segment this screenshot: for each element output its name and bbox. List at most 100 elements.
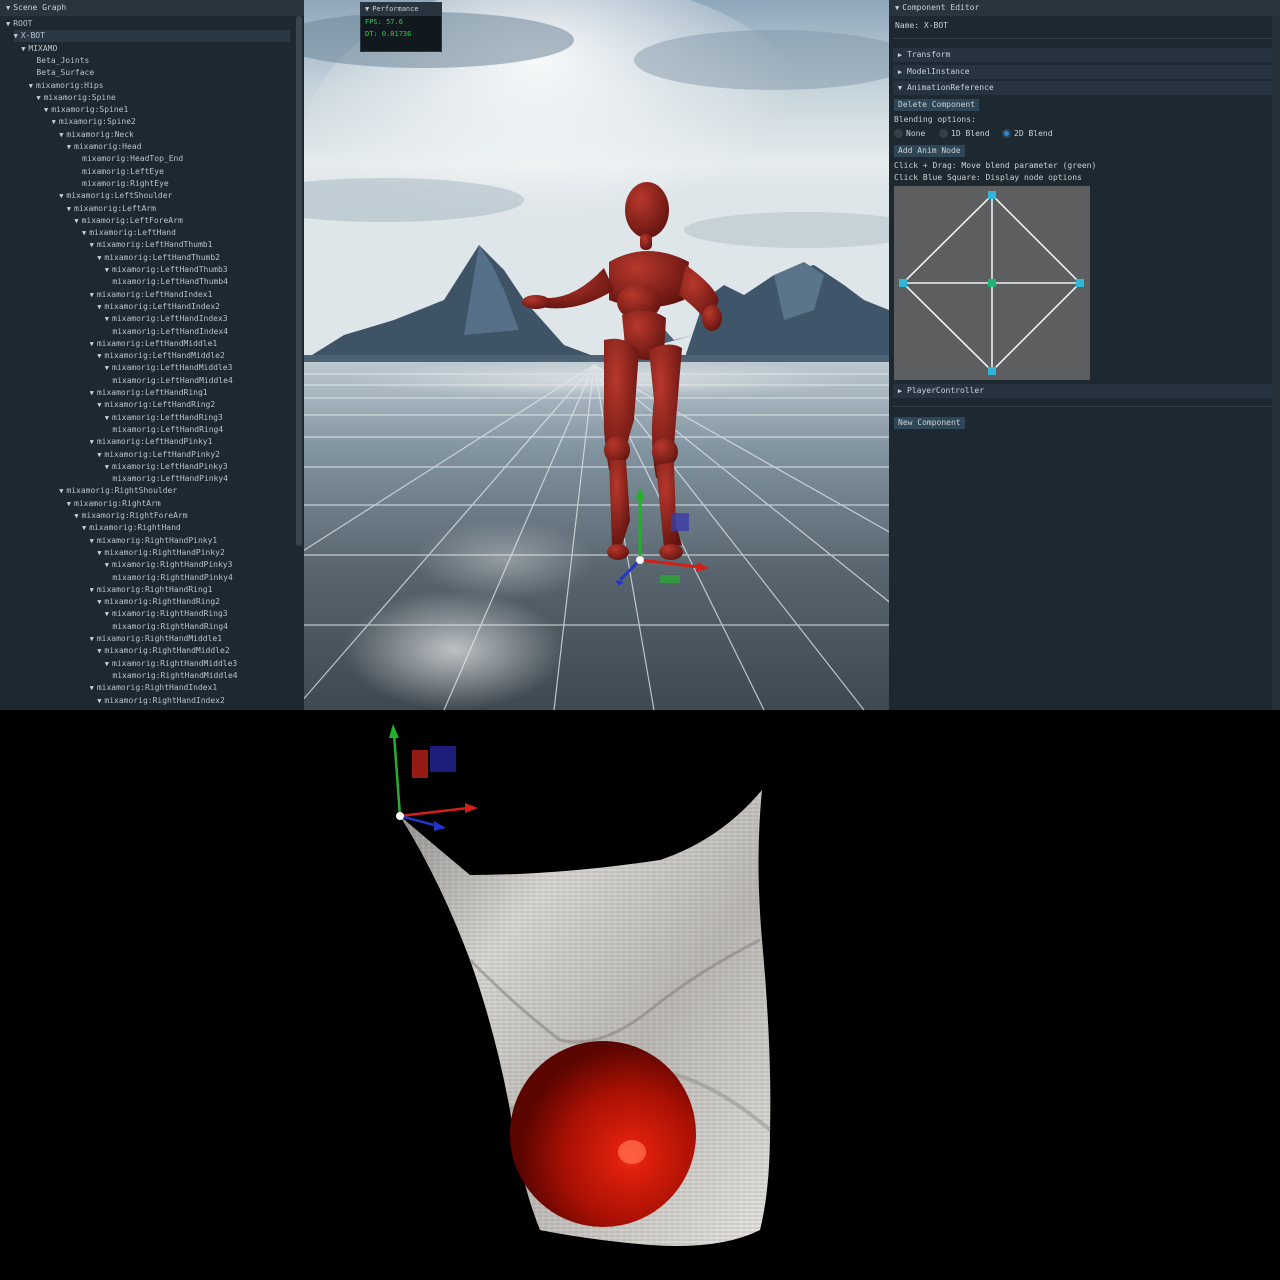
tree-node[interactable]: ▼ mixamorig:LeftHandRing3 <box>105 412 290 424</box>
blend-space-2d[interactable] <box>894 186 1090 380</box>
collapse-arrow-icon[interactable]: ▼ <box>59 192 63 200</box>
scene-graph-title-bar[interactable]: ▼ Scene Graph <box>0 0 304 16</box>
collapse-arrow-icon[interactable]: ▼ <box>97 697 101 705</box>
collapse-arrow-icon[interactable]: ▼ <box>90 586 94 594</box>
collapse-arrow-icon[interactable]: ▼ <box>365 5 369 13</box>
collapse-arrow-icon[interactable]: ▼ <box>59 131 63 139</box>
collapse-arrow-icon[interactable]: ▼ <box>895 4 899 12</box>
scene-graph-scrollbar[interactable] <box>296 16 302 546</box>
collapse-arrow-icon[interactable]: ▼ <box>105 364 109 372</box>
delete-component-button[interactable]: Delete Component <box>894 99 980 111</box>
tree-node[interactable]: ▼ mixamorig:RightHandRing3 <box>105 608 290 620</box>
tree-node[interactable]: ▼ mixamorig:Hips <box>29 80 290 92</box>
collapse-arrow-icon[interactable]: ▼ <box>59 487 63 495</box>
tree-node[interactable]: ▼ mixamorig:LeftForeArm <box>74 215 290 227</box>
tree-node[interactable]: mixamorig:LeftHandMiddle4 <box>112 375 290 387</box>
tree-node[interactable]: ▼ X-BOT <box>13 30 290 43</box>
section-model-instance[interactable]: ▶ ModelInstance <box>893 65 1276 79</box>
tree-node[interactable]: ▼ mixamorig:RightHandMiddle2 <box>97 645 290 657</box>
collapse-arrow-icon[interactable]: ▼ <box>44 106 48 114</box>
blend-none-radio[interactable]: None <box>894 128 925 140</box>
collapse-arrow-icon[interactable]: ▼ <box>90 635 94 643</box>
collapse-arrow-icon[interactable]: ▼ <box>97 549 101 557</box>
tree-node[interactable]: ▼ mixamorig:RightArm <box>67 498 290 510</box>
tree-node[interactable]: ▼ mixamorig:RightHandMiddle3 <box>105 658 290 670</box>
tree-node[interactable]: ▼ mixamorig:LeftHandPinky3 <box>105 461 290 473</box>
collapse-arrow-icon[interactable]: ▼ <box>90 438 94 446</box>
collapse-arrow-icon[interactable]: ▼ <box>6 20 10 28</box>
collapse-arrow-icon[interactable]: ▼ <box>105 463 109 471</box>
tree-node[interactable]: mixamorig:HeadTop_End <box>82 153 290 165</box>
tree-node[interactable]: ▼ mixamorig:Spine2 <box>52 116 290 128</box>
collapse-arrow-icon[interactable]: ▼ <box>90 241 94 249</box>
new-component-button[interactable]: New Component <box>894 417 965 429</box>
tree-node[interactable]: ▼ mixamorig:LeftHand <box>82 227 290 239</box>
tree-node[interactable]: ▼ mixamorig:RightHandRing2 <box>97 596 290 608</box>
tree-node[interactable]: ▼ mixamorig:LeftHandPinky1 <box>90 436 290 448</box>
collapse-arrow-icon[interactable]: ▼ <box>52 118 56 126</box>
component-editor-scrollbar[interactable] <box>1272 16 1280 710</box>
collapse-arrow-icon[interactable]: ▼ <box>14 32 18 40</box>
tree-node[interactable]: ▼ mixamorig:LeftHandIndex2 <box>97 301 290 313</box>
tree-node[interactable]: ▼ mixamorig:RightHandPinky3 <box>105 559 290 571</box>
performance-title-bar[interactable]: ▼ Performance <box>361 3 441 16</box>
blend-2d-radio[interactable]: 2D Blend <box>1002 128 1053 140</box>
tree-node[interactable]: ▼ mixamorig:Spine1 <box>44 104 290 116</box>
collapse-arrow-icon[interactable]: ▼ <box>74 512 78 520</box>
tree-node[interactable]: ▼ mixamorig:LeftArm <box>67 203 290 215</box>
tree-node[interactable]: ▼ mixamorig:LeftShoulder <box>59 190 290 202</box>
collapse-arrow-icon[interactable]: ▼ <box>105 610 109 618</box>
collapse-arrow-icon[interactable]: ▼ <box>105 315 109 323</box>
tree-node[interactable]: mixamorig:RightHandMiddle4 <box>112 670 290 682</box>
collapse-arrow-icon[interactable]: ▼ <box>105 561 109 569</box>
tree-node[interactable]: ▼ mixamorig:LeftHandIndex1 <box>90 289 290 301</box>
tree-node[interactable]: ▼ mixamorig:RightHandRing1 <box>90 584 290 596</box>
collapse-arrow-icon[interactable]: ▼ <box>97 647 101 655</box>
tree-node[interactable]: ▼ ROOT <box>6 18 290 30</box>
add-anim-node-button[interactable]: Add Anim Node <box>894 145 965 157</box>
tree-node[interactable]: Beta_Surface <box>36 67 290 79</box>
collapse-arrow-icon[interactable]: ▼ <box>90 684 94 692</box>
component-editor-title-bar[interactable]: ▼ Component Editor <box>889 0 1280 16</box>
tree-node[interactable]: ▼ mixamorig:RightHandIndex2 <box>97 695 290 707</box>
tree-node[interactable]: mixamorig:RightEye <box>82 178 290 190</box>
tree-node[interactable]: mixamorig:LeftHandThumb4 <box>112 276 290 288</box>
tree-node[interactable]: Beta_Joints <box>36 55 290 67</box>
collapse-arrow-icon[interactable]: ▼ <box>67 500 71 508</box>
blend-1d-radio[interactable]: 1D Blend <box>939 128 990 140</box>
section-player-controller[interactable]: ▶ PlayerController <box>893 384 1276 398</box>
collapse-arrow-icon[interactable]: ▼ <box>90 389 94 397</box>
collapse-arrow-icon[interactable]: ▼ <box>90 291 94 299</box>
tree-node[interactable]: ▼ mixamorig:LeftHandRing2 <box>97 399 290 411</box>
tree-node[interactable]: mixamorig:LeftHandPinky4 <box>112 473 290 485</box>
tree-node[interactable]: ▼ mixamorig:LeftHandThumb1 <box>90 239 290 251</box>
tree-node[interactable]: ▼ mixamorig:RightHand <box>82 522 290 534</box>
tree-node[interactable]: ▼ mixamorig:RightHandPinky1 <box>90 535 290 547</box>
collapse-arrow-icon[interactable]: ▼ <box>97 401 101 409</box>
section-animation-reference[interactable]: ▼ AnimationReference <box>893 81 1276 95</box>
tree-node[interactable]: ▼ mixamorig:LeftHandThumb2 <box>97 252 290 264</box>
collapse-arrow-icon[interactable]: ▼ <box>82 229 86 237</box>
viewport-3d[interactable] <box>304 0 889 710</box>
tree-node[interactable]: ▼ mixamorig:LeftHandPinky2 <box>97 449 290 461</box>
tree-node[interactable]: mixamorig:LeftHandRing4 <box>112 424 290 436</box>
tree-node[interactable]: ▼ mixamorig:RightHandIndex1 <box>90 682 290 694</box>
tree-node[interactable]: ▼ mixamorig:Spine <box>36 92 290 104</box>
collapse-arrow-icon[interactable]: ▼ <box>90 537 94 545</box>
collapse-arrow-icon[interactable]: ▼ <box>97 303 101 311</box>
tree-node[interactable]: ▼ mixamorig:RightHandPinky2 <box>97 547 290 559</box>
tree-node[interactable]: ▼ mixamorig:LeftHandThumb3 <box>105 264 290 276</box>
tree-node[interactable]: ▼ mixamorig:RightShoulder <box>59 485 290 497</box>
tree-node[interactable]: ▼ mixamorig:LeftHandRing1 <box>90 387 290 399</box>
collapse-arrow-icon[interactable]: ▼ <box>67 205 71 213</box>
tree-node[interactable]: ▼ mixamorig:RightHandMiddle1 <box>90 633 290 645</box>
collapse-arrow-icon[interactable]: ▼ <box>105 266 109 274</box>
tree-node[interactable]: mixamorig:RightHandRing4 <box>112 621 290 633</box>
tree-node[interactable]: mixamorig:LeftHandIndex4 <box>112 326 290 338</box>
collapse-arrow-icon[interactable]: ▼ <box>97 254 101 262</box>
collapse-arrow-icon[interactable]: ▼ <box>105 660 109 668</box>
tree-node[interactable]: mixamorig:RightHandPinky4 <box>112 572 290 584</box>
collapse-arrow-icon[interactable]: ▼ <box>6 4 10 12</box>
collapse-arrow-icon[interactable]: ▼ <box>21 45 25 53</box>
collapse-arrow-icon[interactable]: ▼ <box>105 414 109 422</box>
